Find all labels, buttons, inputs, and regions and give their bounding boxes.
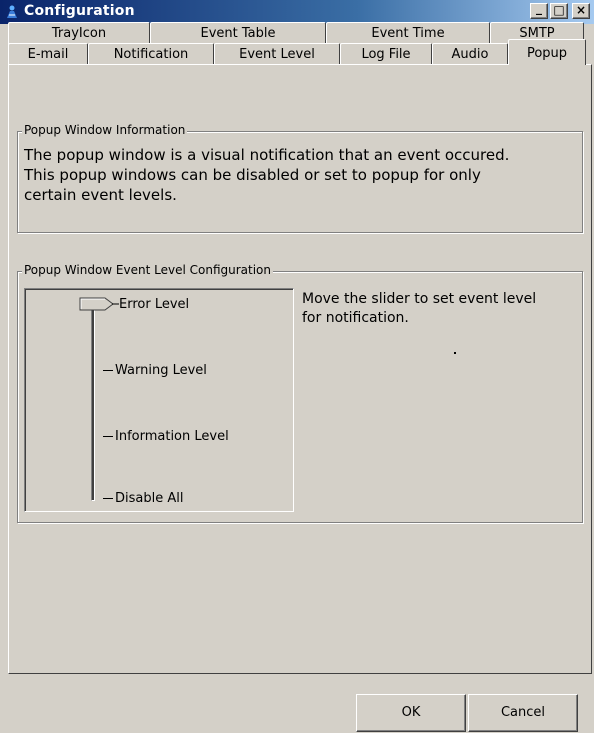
title-bar[interactable]: Configuration _ □ ×: [0, 0, 594, 24]
popup-tab-panel: Popup Window Information The popup windo…: [8, 64, 592, 674]
tick-mark: [103, 498, 113, 499]
level-information-label: Information Level: [115, 429, 229, 444]
tab-email[interactable]: E-mail: [8, 43, 88, 65]
tab-row-back: TrayIcon Event Table Event Time SMTP: [8, 22, 584, 46]
close-icon: ×: [575, 3, 587, 17]
maximize-button[interactable]: □: [550, 3, 568, 19]
tab-notification[interactable]: Notification: [88, 43, 214, 65]
minimize-button[interactable]: _: [530, 1, 548, 19]
cancel-button[interactable]: Cancel: [468, 694, 578, 732]
popup-info-line-2: This popup windows can be disabled or se…: [24, 166, 481, 184]
event-level-slider[interactable]: Error Level Warning Level Information Le…: [24, 288, 294, 512]
popup-info-description: The popup window is a visual notificatio…: [24, 145, 584, 205]
ok-button[interactable]: OK: [356, 694, 466, 732]
level-warning-label: Warning Level: [115, 363, 207, 378]
minimize-icon: _: [536, 1, 542, 15]
popup-info-group: Popup Window Information The popup windo…: [17, 123, 584, 233]
slider-hint: Move the slider to set event level for n…: [302, 290, 592, 328]
maximize-icon: □: [553, 3, 565, 17]
tab-audio[interactable]: Audio: [432, 43, 508, 65]
tick-mark: [103, 370, 113, 371]
popup-info-line-1: The popup window is a visual notificatio…: [24, 146, 510, 164]
slider-hint-line-2: for notification.: [302, 310, 409, 326]
level-error[interactable]: Error Level: [119, 297, 189, 312]
tick-mark: [103, 436, 113, 437]
slider-hint-line-1: Move the slider to set event level: [302, 291, 537, 307]
window-title: Configuration: [24, 3, 135, 19]
app-icon: [7, 5, 17, 18]
slider-track[interactable]: [91, 305, 95, 501]
event-level-config-group-label: Popup Window Event Level Configuration: [22, 263, 273, 277]
level-error-label: Error Level: [119, 297, 190, 312]
popup-info-line-3: certain event levels.: [24, 186, 177, 204]
level-disable-all[interactable]: Disable All: [103, 491, 183, 506]
popup-info-group-label: Popup Window Information: [22, 123, 188, 137]
tab-row-front: E-mail Notification Event Level Log File…: [8, 39, 586, 65]
slider-thumb[interactable]: [79, 297, 119, 311]
stray-dot: [454, 352, 456, 354]
tab-event-level[interactable]: Event Level: [214, 43, 340, 65]
level-information[interactable]: Information Level: [103, 429, 229, 444]
event-level-config-group: Popup Window Event Level Configuration E…: [17, 263, 583, 523]
tab-log-file[interactable]: Log File: [340, 43, 432, 65]
close-button[interactable]: ×: [572, 3, 590, 19]
level-disable-all-label: Disable All: [115, 491, 184, 506]
tab-popup[interactable]: Popup: [508, 39, 586, 65]
level-warning[interactable]: Warning Level: [103, 363, 207, 378]
